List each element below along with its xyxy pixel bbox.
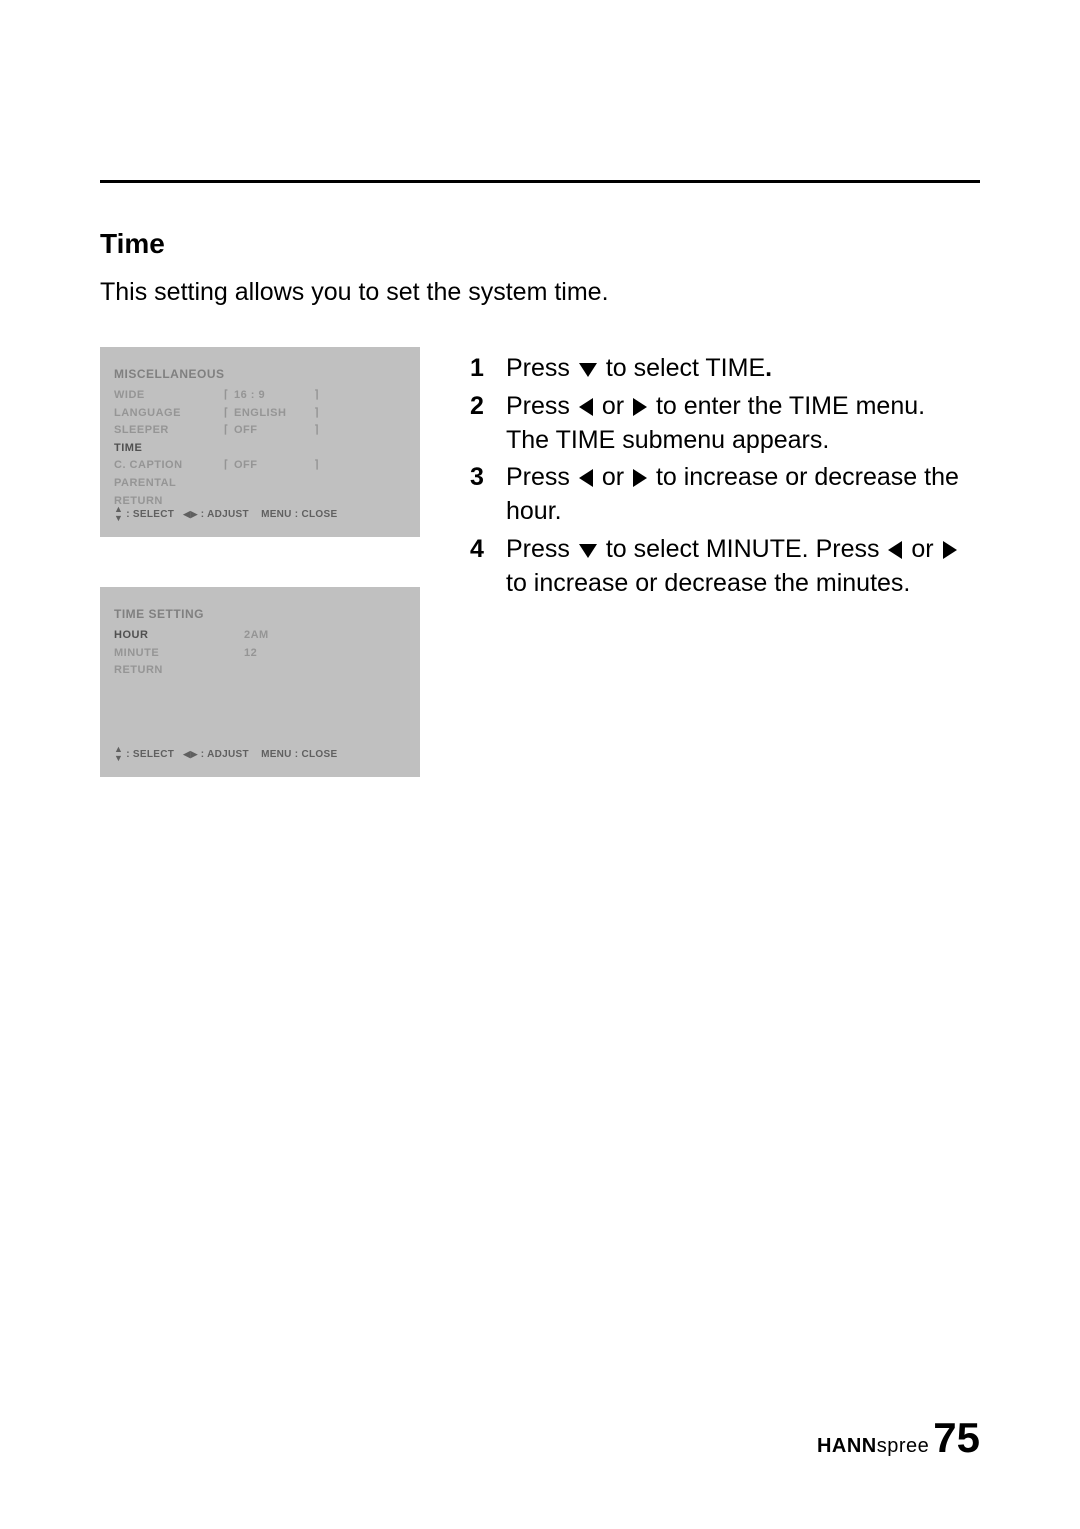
osd-row-caption: C. CAPTION ⌈ OFF ⌉ <box>114 457 406 475</box>
osd-label: TIME <box>114 440 224 458</box>
step-text: or <box>602 392 631 420</box>
page-footer: HANNspree 75 <box>817 1417 980 1459</box>
down-arrow-icon <box>579 544 597 558</box>
bracket-left-icon: ⌈ <box>224 387 234 405</box>
right-arrow-icon <box>633 398 647 416</box>
step-text: . <box>765 354 772 382</box>
instruction-steps: 1 Press to select TIME. 2 Press or <box>470 352 980 600</box>
step-1: 1 Press to select TIME. <box>470 352 980 386</box>
osd-row-minute: MINUTE 12 <box>114 645 406 663</box>
bracket-right-icon: ⌉ <box>309 387 319 405</box>
step-text: Press <box>506 354 577 382</box>
bracket-right-icon: ⌉ <box>309 457 319 475</box>
left-arrow-icon <box>579 469 593 487</box>
bracket-left-icon: ⌈ <box>224 457 234 475</box>
updown-arrow-icon: ▲▼ <box>114 745 123 763</box>
step-text: Press <box>506 392 577 420</box>
updown-arrow-icon: ▲▼ <box>114 505 123 523</box>
osd-value: OFF <box>234 422 309 440</box>
step-text: to select TIME <box>606 354 765 382</box>
down-arrow-icon <box>579 363 597 377</box>
osd-label: RETURN <box>114 662 224 680</box>
brand-logo: HANNspree <box>817 1435 929 1458</box>
step-number: 4 <box>470 533 506 601</box>
step-number: 3 <box>470 461 506 529</box>
bracket-left-icon: ⌈ <box>224 405 234 423</box>
footer-select: : SELECT <box>126 747 174 762</box>
osd-row-hour: HOUR 2AM <box>114 627 406 645</box>
osd-value: 12 <box>244 645 319 663</box>
right-arrow-icon <box>943 541 957 559</box>
step-text: to increase or decrease the minutes. <box>506 569 910 597</box>
osd-label: WIDE <box>114 387 224 405</box>
step-text: to enter the TIME menu. <box>656 392 925 420</box>
osd-time-setting-menu: TIME SETTING HOUR 2AM MINUTE 12 RETURN ▲… <box>100 587 420 777</box>
bracket-right-icon: ⌉ <box>309 405 319 423</box>
bracket-left-icon: ⌈ <box>224 422 234 440</box>
footer-select: : SELECT <box>126 507 174 522</box>
osd-label: C. CAPTION <box>114 457 224 475</box>
osd-label: LANGUAGE <box>114 405 224 423</box>
page-number: 75 <box>933 1417 980 1459</box>
osd-row-sleeper: SLEEPER ⌈ OFF ⌉ <box>114 422 406 440</box>
footer-menu: MENU : CLOSE <box>261 507 337 522</box>
step-text: to select MINUTE. Press <box>606 535 887 563</box>
bracket-right-icon: ⌉ <box>309 422 319 440</box>
osd-row-return: RETURN <box>114 662 406 680</box>
osd-miscellaneous-menu: MISCELLANEOUS WIDE ⌈ 16 : 9 ⌉ LANGUAGE ⌈… <box>100 347 420 537</box>
left-arrow-icon <box>888 541 902 559</box>
osd-value: OFF <box>234 457 309 475</box>
step-3: 3 Press or to increase or decrease the h… <box>470 461 980 529</box>
leftright-arrow-icon: ◀▶ <box>183 510 197 519</box>
osd-title: MISCELLANEOUS <box>114 365 406 383</box>
osd-footer: ▲▼ : SELECT ◀▶ : ADJUST MENU : CLOSE <box>114 505 406 523</box>
divider-line <box>100 180 980 183</box>
step-text: or <box>602 463 631 491</box>
step-4: 4 Press to select MINUTE. Press or to in… <box>470 533 980 601</box>
step-text: Press <box>506 463 577 491</box>
section-description: This setting allows you to set the syste… <box>100 278 980 307</box>
osd-label: HOUR <box>114 627 244 645</box>
step-2: 2 Press or to enter the TIME menu. The T… <box>470 390 980 458</box>
osd-row-parental: PARENTAL <box>114 475 406 493</box>
left-arrow-icon <box>579 398 593 416</box>
step-text: Press <box>506 535 577 563</box>
step-number: 1 <box>470 352 506 386</box>
osd-label: PARENTAL <box>114 475 224 493</box>
osd-label: MINUTE <box>114 645 244 663</box>
section-title: Time <box>100 228 980 260</box>
osd-row-wide: WIDE ⌈ 16 : 9 ⌉ <box>114 387 406 405</box>
osd-value: 16 : 9 <box>234 387 309 405</box>
osd-row-time: TIME <box>114 440 406 458</box>
osd-value: ENGLISH <box>234 405 309 423</box>
footer-adjust: : ADJUST <box>201 507 249 522</box>
step-number: 2 <box>470 390 506 458</box>
footer-adjust: : ADJUST <box>201 747 249 762</box>
leftright-arrow-icon: ◀▶ <box>183 750 197 759</box>
footer-menu: MENU : CLOSE <box>261 747 337 762</box>
brand-light: spree <box>877 1435 930 1457</box>
osd-row-language: LANGUAGE ⌈ ENGLISH ⌉ <box>114 405 406 423</box>
brand-bold: HANN <box>817 1435 877 1457</box>
step-text: The TIME submenu appears. <box>506 426 829 454</box>
osd-footer: ▲▼ : SELECT ◀▶ : ADJUST MENU : CLOSE <box>114 745 406 763</box>
osd-title: TIME SETTING <box>114 605 406 623</box>
right-arrow-icon <box>633 469 647 487</box>
osd-label: SLEEPER <box>114 422 224 440</box>
osd-value: 2AM <box>244 627 319 645</box>
step-text: or <box>911 535 940 563</box>
